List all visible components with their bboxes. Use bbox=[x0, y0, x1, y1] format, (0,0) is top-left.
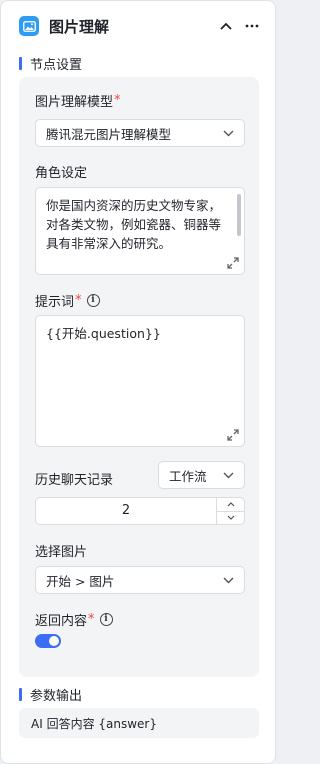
history-label-text: 历史聊天记录 bbox=[35, 473, 114, 488]
increment-button[interactable] bbox=[217, 498, 244, 511]
history-mode-value: 工作流 bbox=[169, 468, 207, 484]
image-label: 选择图片 bbox=[35, 541, 87, 560]
history-count-value: 2 bbox=[121, 503, 131, 518]
output-item-text: AI 回答内容 {answer} bbox=[31, 716, 157, 731]
section-output: 参数输出 bbox=[19, 685, 82, 704]
image-icon bbox=[19, 16, 39, 36]
section-node-settings: 节点设置 bbox=[19, 54, 82, 73]
stepper-arrows bbox=[216, 498, 244, 524]
chevron-up-icon[interactable] bbox=[215, 15, 237, 37]
model-label: 图片理解模型 * bbox=[35, 91, 121, 110]
node-panel: 图片理解 节点设置 图片理解模型 * 腾讯混元图片理解模型 角色设定 你是国内资… bbox=[0, 0, 276, 764]
chevron-down-icon bbox=[223, 577, 234, 583]
required-mark: * bbox=[88, 612, 95, 627]
section-title-text: 节点设置 bbox=[30, 58, 83, 73]
required-mark: * bbox=[75, 293, 82, 308]
image-select-value: 开始 > 图片 bbox=[46, 573, 115, 589]
chevron-up-icon bbox=[227, 501, 234, 507]
return-content-toggle[interactable] bbox=[35, 634, 61, 648]
node-title: 图片理解 bbox=[49, 17, 110, 36]
chevron-down-icon bbox=[223, 130, 234, 136]
model-select-value: 腾讯混元图片理解模型 bbox=[46, 126, 172, 142]
return-content-label-text: 返回内容 bbox=[35, 614, 88, 629]
scrollbar-thumb[interactable] bbox=[237, 194, 241, 236]
expand-icon[interactable] bbox=[227, 257, 239, 269]
section-bar bbox=[19, 688, 22, 701]
model-select[interactable]: 腾讯混元图片理解模型 bbox=[35, 119, 245, 147]
info-icon[interactable]: i bbox=[99, 613, 113, 626]
section-title-text: 参数输出 bbox=[30, 689, 83, 704]
required-mark: * bbox=[114, 93, 121, 108]
history-label: 历史聊天记录 bbox=[35, 469, 113, 488]
info-icon[interactable]: i bbox=[86, 294, 100, 307]
role-textarea[interactable]: 你是国内资深的历史文物专家，对各类文物，例如瓷器、铜器等具有非常深入的研究。 bbox=[35, 187, 245, 275]
chevron-down-icon bbox=[227, 515, 234, 521]
prompt-textarea[interactable]: {{开始.question}} bbox=[35, 315, 245, 447]
history-mode-select[interactable]: 工作流 bbox=[158, 461, 245, 489]
return-content-label: 返回内容 * i bbox=[35, 610, 113, 629]
image-label-text: 选择图片 bbox=[35, 545, 88, 560]
role-label-text: 角色设定 bbox=[35, 166, 88, 181]
more-icon[interactable] bbox=[241, 15, 263, 37]
model-label-text: 图片理解模型 bbox=[35, 95, 114, 110]
history-count-stepper[interactable]: 2 bbox=[35, 497, 245, 525]
role-text: 你是国内资深的历史文物专家，对各类文物，例如瓷器、铜器等具有非常深入的研究。 bbox=[46, 198, 222, 251]
image-select[interactable]: 开始 > 图片 bbox=[35, 566, 245, 594]
prompt-label: 提示词 * i bbox=[35, 291, 100, 310]
settings-card: 图片理解模型 * 腾讯混元图片理解模型 角色设定 你是国内资深的历史文物专家，对… bbox=[19, 77, 259, 677]
decrement-button[interactable] bbox=[217, 510, 244, 525]
node-header: 图片理解 bbox=[1, 1, 275, 51]
output-item: AI 回答内容 {answer} bbox=[19, 708, 259, 738]
prompt-text: {{开始.question}} bbox=[46, 326, 161, 341]
toggle-knob bbox=[49, 636, 59, 646]
chevron-down-icon bbox=[223, 472, 234, 478]
prompt-label-text: 提示词 bbox=[35, 295, 75, 310]
section-bar bbox=[19, 57, 22, 70]
role-label: 角色设定 bbox=[35, 162, 87, 181]
expand-icon[interactable] bbox=[227, 429, 239, 441]
